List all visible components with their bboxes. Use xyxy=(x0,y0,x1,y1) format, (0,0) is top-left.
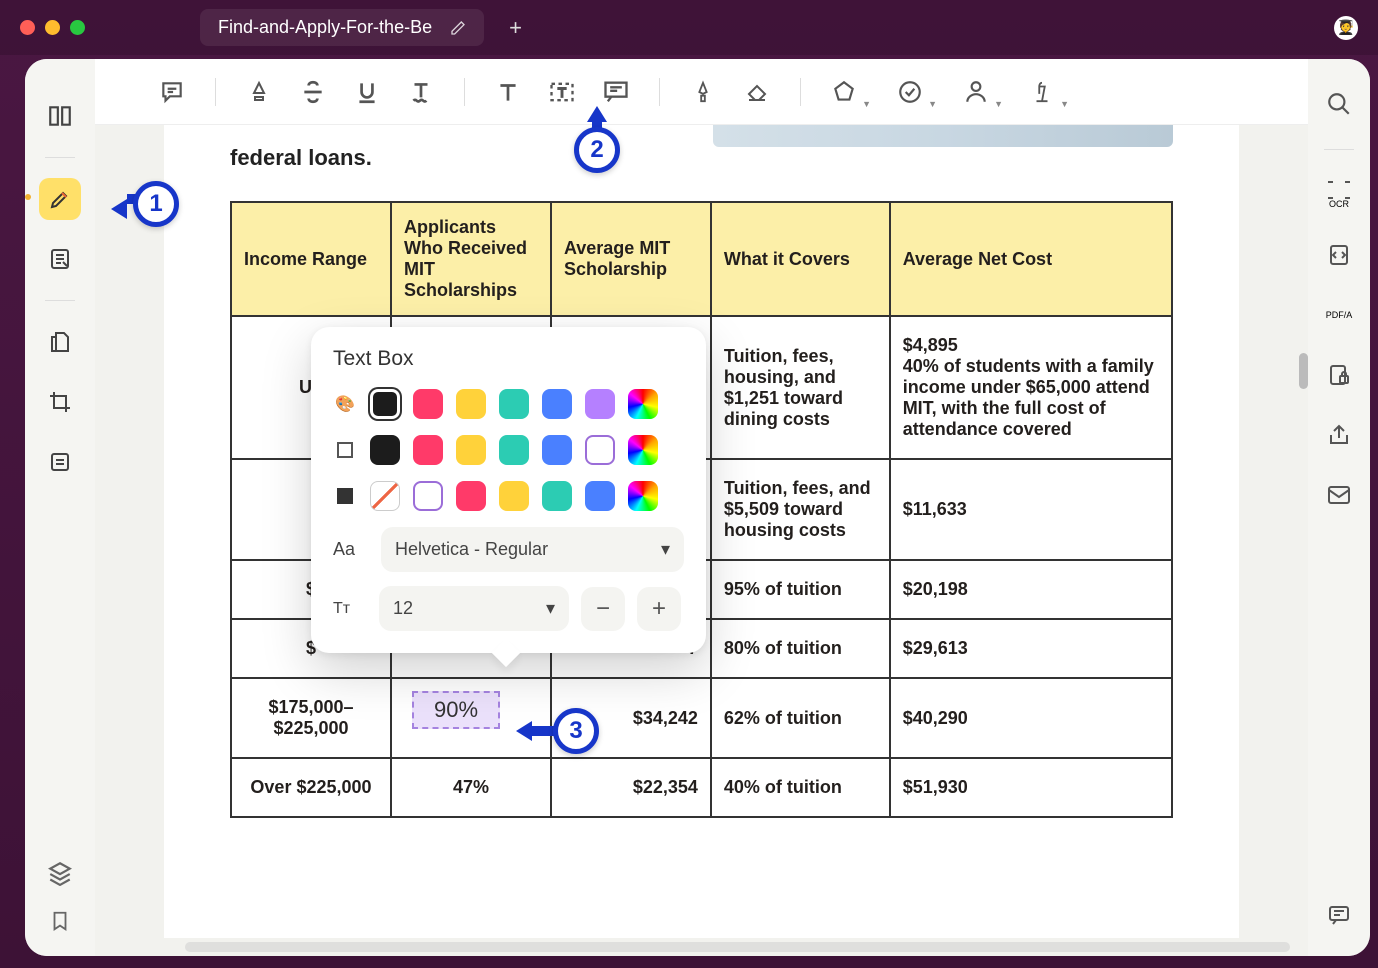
comments-panel-icon[interactable] xyxy=(1320,896,1358,934)
tab-title: Find-and-Apply-For-the-Be xyxy=(218,17,432,38)
crop-icon[interactable] xyxy=(39,381,81,423)
chevron-down-icon: ▾ xyxy=(546,598,555,619)
color-swatch[interactable] xyxy=(499,481,529,511)
squiggly-tool-icon[interactable] xyxy=(398,69,444,115)
pen-tool-icon[interactable] xyxy=(680,69,726,115)
pages-icon[interactable] xyxy=(39,321,81,363)
table-header: Average Net Cost xyxy=(890,202,1172,316)
color-swatch[interactable] xyxy=(542,435,572,465)
table-header: Income Range xyxy=(231,202,391,316)
color-picker-icon[interactable] xyxy=(628,389,658,419)
document-tab[interactable]: Find-and-Apply-For-the-Be xyxy=(200,9,484,46)
color-swatch[interactable] xyxy=(456,435,486,465)
strikethrough-tool-icon[interactable] xyxy=(290,69,336,115)
color-swatch[interactable] xyxy=(542,389,572,419)
bookmark-icon[interactable] xyxy=(49,908,71,934)
table-row: Over $225,000 47% $22,354 40% of tuition… xyxy=(231,758,1172,817)
size-label-icon: Tᴛ xyxy=(333,600,367,618)
text-tool-icon[interactable] xyxy=(485,69,531,115)
color-swatch[interactable] xyxy=(413,389,443,419)
mail-icon[interactable] xyxy=(1320,476,1358,514)
table-header: What it Covers xyxy=(711,202,890,316)
inserted-textbox[interactable]: 90% xyxy=(412,691,500,729)
palette-icon: 🎨 xyxy=(333,394,357,414)
table-header: Average MIT Scholarship xyxy=(551,202,711,316)
body-text: federal loans. xyxy=(230,145,1173,171)
color-swatch[interactable] xyxy=(456,389,486,419)
reader-mode-icon[interactable] xyxy=(39,95,81,137)
textbox-properties-popup: Text Box 🎨 xyxy=(311,327,706,653)
tutorial-callout-2: 2 xyxy=(574,127,620,173)
table-header: Applicants Who Received MIT Scholarships xyxy=(391,202,551,316)
underline-tool-icon[interactable] xyxy=(344,69,390,115)
fullscreen-window-button[interactable] xyxy=(70,20,85,35)
close-window-button[interactable] xyxy=(20,20,35,35)
color-picker-icon[interactable] xyxy=(628,435,658,465)
page-image-placeholder xyxy=(713,125,1173,147)
no-border-swatch[interactable] xyxy=(370,481,400,511)
pdfa-icon[interactable]: PDF/A xyxy=(1320,296,1358,334)
table-row: $175,000–$225,000 90% $34,242 62% of tui… xyxy=(231,678,1172,758)
document-viewport[interactable]: federal loans. Income Range Applicants W… xyxy=(95,125,1308,956)
eraser-tool-icon[interactable] xyxy=(734,69,780,115)
pdf-page: federal loans. Income Range Applicants W… xyxy=(164,125,1239,938)
redact-icon[interactable] xyxy=(39,441,81,483)
window-controls xyxy=(20,20,85,35)
color-swatch[interactable] xyxy=(585,481,615,511)
decrease-size-button[interactable]: − xyxy=(581,587,625,631)
font-family-select[interactable]: Helvetica - Regular ▾ xyxy=(381,527,684,572)
color-picker-icon[interactable] xyxy=(628,481,658,511)
tutorial-callout-1: 1 xyxy=(133,181,179,227)
popup-title: Text Box xyxy=(333,347,684,371)
chevron-down-icon: ▾ xyxy=(661,539,670,560)
border-icon xyxy=(333,488,357,504)
window-titlebar: Find-and-Apply-For-the-Be + 🧑‍🎓 xyxy=(0,0,1378,55)
highlight-tool-icon[interactable] xyxy=(236,69,282,115)
increase-size-button[interactable]: + xyxy=(637,587,681,631)
right-sidebar: OCR PDF/A xyxy=(1308,59,1370,956)
vertical-scrollbar[interactable] xyxy=(1299,353,1308,389)
new-tab-button[interactable]: + xyxy=(509,15,522,41)
font-size-select[interactable]: 12 ▾ xyxy=(379,586,569,631)
left-sidebar xyxy=(25,59,95,956)
shape-tool-icon[interactable]: ▼ xyxy=(821,69,867,115)
convert-icon[interactable] xyxy=(1320,236,1358,274)
annotate-tool-icon[interactable] xyxy=(39,178,81,220)
color-swatch[interactable] xyxy=(542,481,572,511)
font-label-icon: Aa xyxy=(333,539,367,560)
search-icon[interactable] xyxy=(1320,85,1358,123)
fill-icon xyxy=(333,442,357,458)
color-swatch[interactable] xyxy=(585,435,615,465)
edit-text-icon[interactable] xyxy=(39,238,81,280)
attachment-tool-icon[interactable]: ▼ xyxy=(1019,69,1065,115)
horizontal-scrollbar[interactable] xyxy=(185,942,1290,952)
avatar[interactable]: 🧑‍🎓 xyxy=(1334,16,1358,40)
annotation-toolbar: ▼ ▼ ▼ ▼ xyxy=(95,59,1308,125)
minimize-window-button[interactable] xyxy=(45,20,60,35)
share-icon[interactable] xyxy=(1320,416,1358,454)
tutorial-callout-3: 3 xyxy=(553,708,599,754)
color-swatch[interactable] xyxy=(499,389,529,419)
signature-tool-icon[interactable]: ▼ xyxy=(953,69,999,115)
pencil-icon[interactable] xyxy=(450,20,466,36)
protect-icon[interactable] xyxy=(1320,356,1358,394)
note-tool-icon[interactable] xyxy=(149,69,195,115)
color-swatch[interactable] xyxy=(370,389,400,419)
color-swatch[interactable] xyxy=(499,435,529,465)
stamp-tool-icon[interactable]: ▼ xyxy=(887,69,933,115)
ocr-icon[interactable]: OCR xyxy=(1320,176,1358,214)
color-swatch[interactable] xyxy=(413,435,443,465)
color-swatch[interactable] xyxy=(370,435,400,465)
color-swatch[interactable] xyxy=(413,481,443,511)
color-swatch[interactable] xyxy=(456,481,486,511)
color-swatch[interactable] xyxy=(585,389,615,419)
textbox-tool-icon[interactable] xyxy=(539,69,585,115)
layers-icon[interactable] xyxy=(47,860,73,886)
